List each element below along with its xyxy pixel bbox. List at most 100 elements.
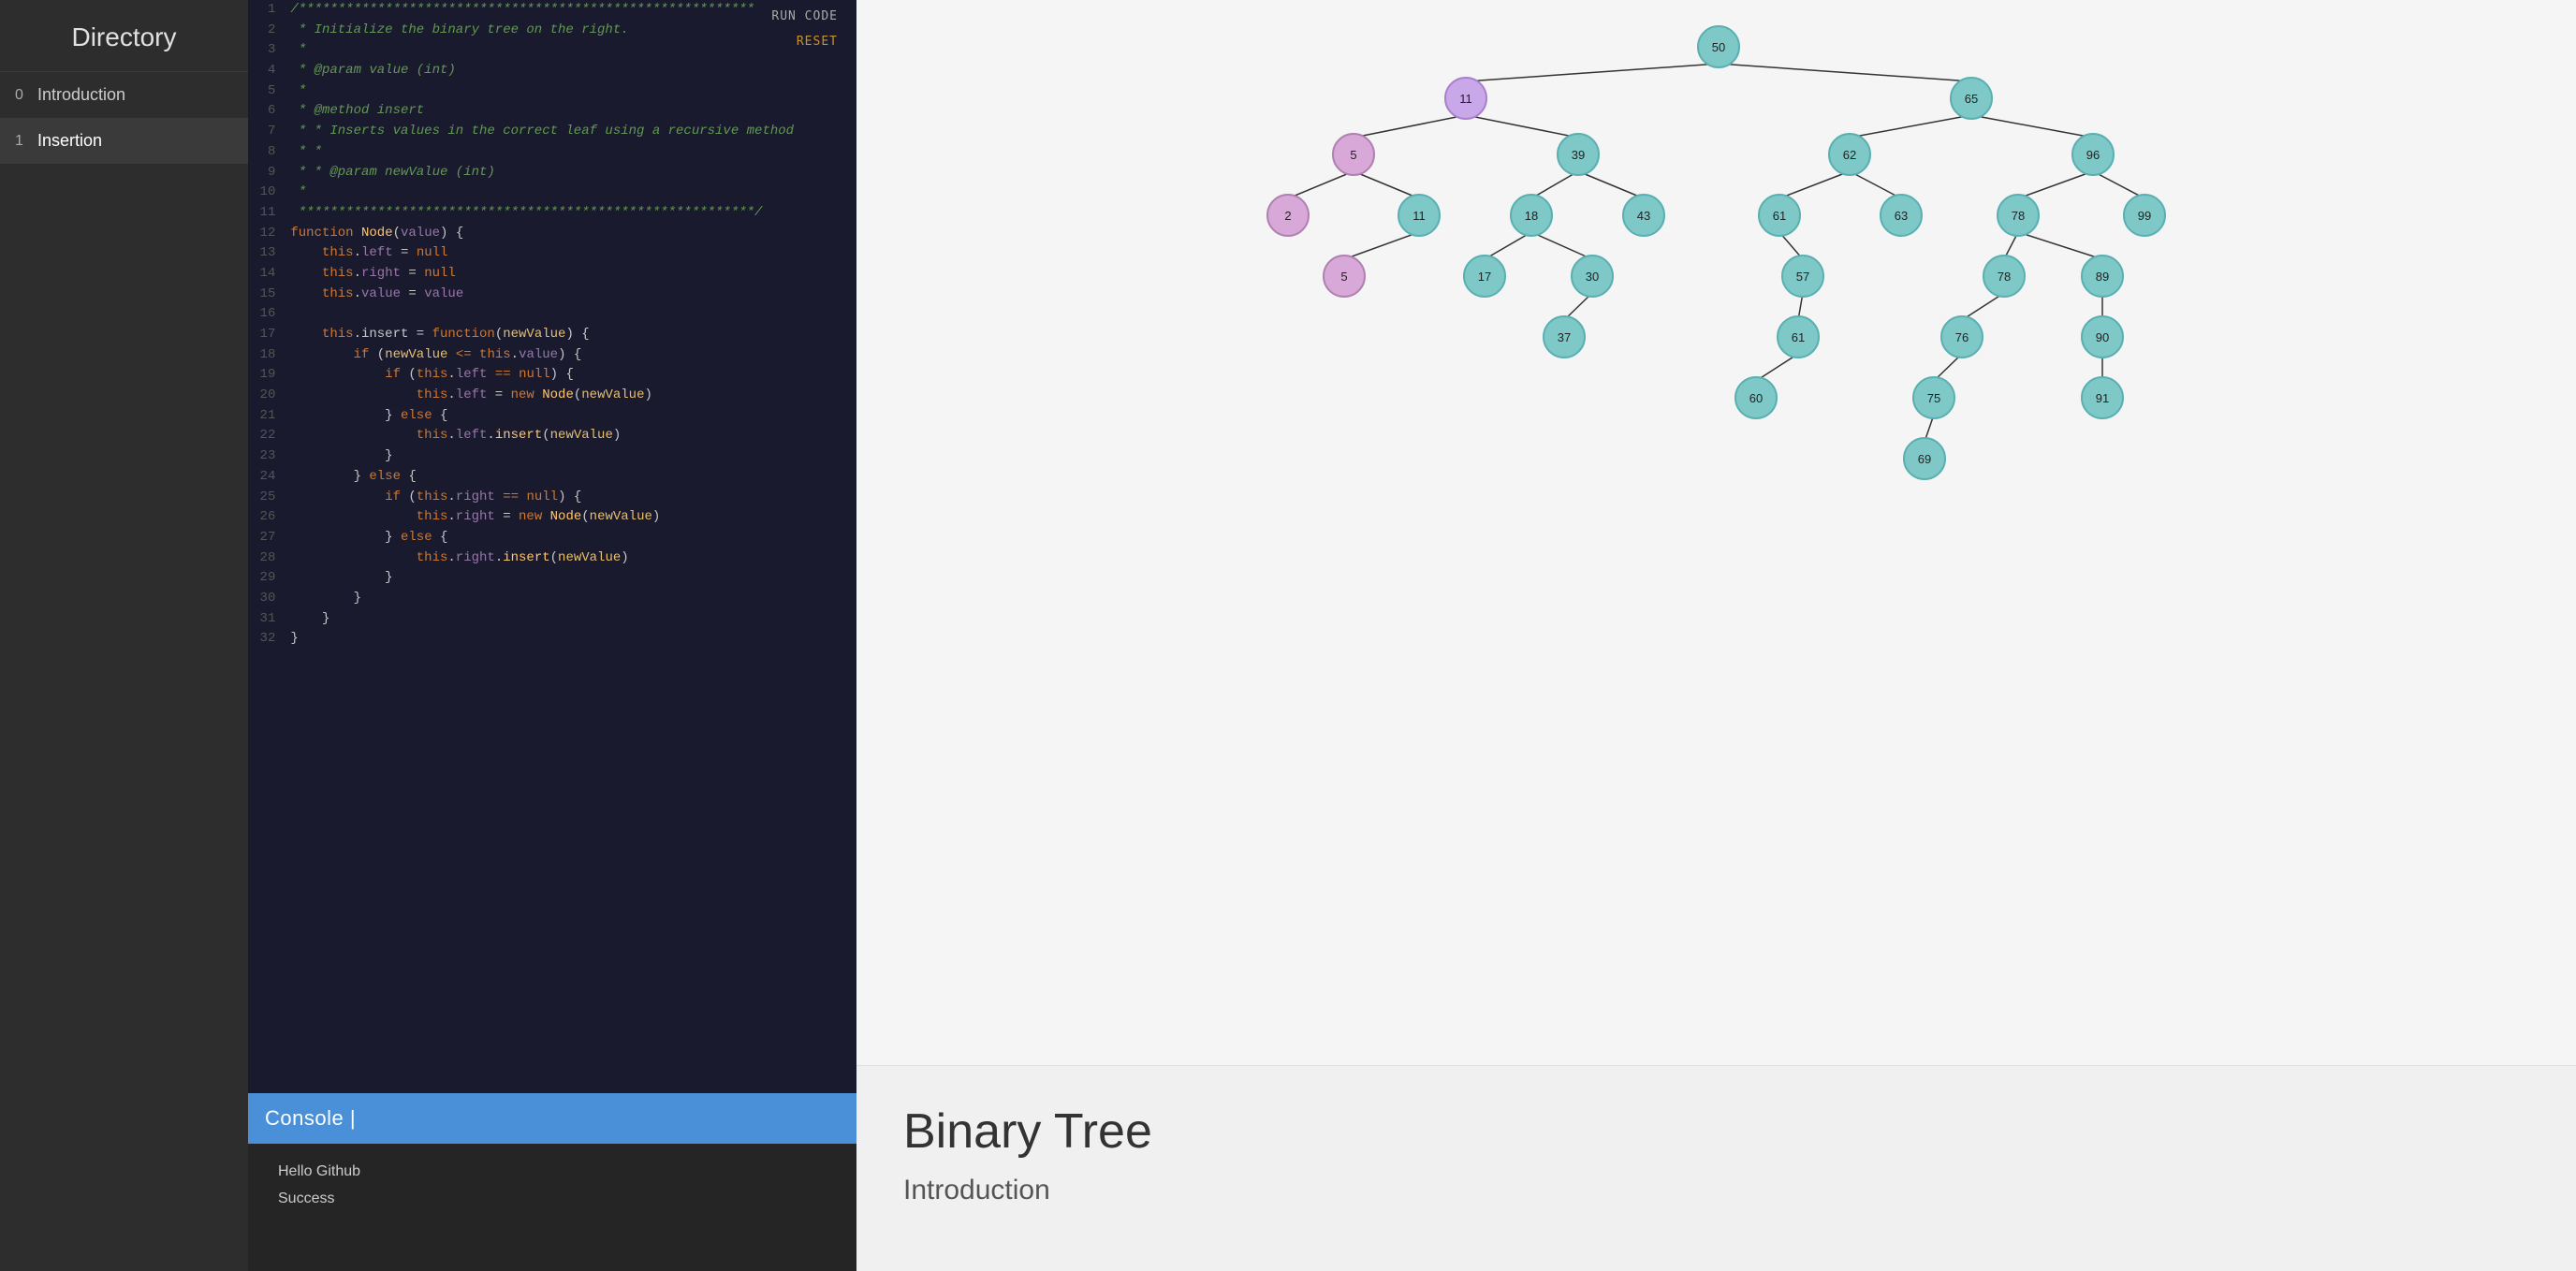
tree-node-label-78b: 78 (1998, 270, 2011, 284)
line-number: 22 (248, 426, 286, 446)
tree-edge (1344, 232, 1419, 259)
line-number: 24 (248, 467, 286, 488)
tree-node-61[interactable]: 61 (1759, 195, 1800, 236)
top-section: RUN CODE RESET 1/***********************… (248, 0, 2576, 1271)
tree-node-96[interactable]: 96 (2072, 134, 2114, 175)
code-panel: RUN CODE RESET 1/***********************… (248, 0, 856, 1093)
line-content: } (286, 629, 856, 650)
nav-index-1: 1 (15, 133, 37, 150)
line-content: } else { (286, 467, 856, 488)
line-content: this.left.insert(newValue) (286, 426, 856, 446)
code-line: 20 this.left = new Node(newValue) (248, 386, 856, 406)
tree-node-91[interactable]: 91 (2082, 377, 2123, 418)
tree-node-76[interactable]: 76 (1941, 316, 1983, 358)
tree-node-75[interactable]: 75 (1913, 377, 1954, 418)
line-number: 11 (248, 203, 286, 224)
line-content: * (286, 183, 856, 203)
line-number: 19 (248, 365, 286, 386)
tree-node-5[interactable]: 5 (1333, 134, 1374, 175)
nav-index-0: 0 (15, 87, 37, 104)
run-code-button[interactable]: RUN CODE (764, 6, 845, 27)
line-number: 1 (248, 0, 286, 21)
tree-edge (1962, 293, 2004, 320)
tree-node-label-63: 63 (1895, 209, 1908, 223)
tree-node-label-78: 78 (2012, 209, 2025, 223)
tree-node-99[interactable]: 99 (2124, 195, 2165, 236)
tree-node-label-89: 89 (2096, 270, 2109, 284)
sidebar-item-insertion[interactable]: 1 Insertion (0, 118, 248, 164)
line-number: 27 (248, 528, 286, 548)
tree-node-39[interactable]: 39 (1558, 134, 1599, 175)
tree-node-11b[interactable]: 11 (1398, 195, 1440, 236)
code-line: 6 * @method insert (248, 101, 856, 122)
console-line: Success (278, 1186, 827, 1213)
tree-node-11[interactable]: 11 (1445, 78, 1486, 119)
tree-node-17[interactable]: 17 (1464, 256, 1505, 297)
code-line: 18 if (newValue <= this.value) { (248, 345, 856, 366)
code-line: 30 } (248, 589, 856, 609)
tree-node-5b[interactable]: 5 (1324, 256, 1365, 297)
tree-node-2[interactable]: 2 (1267, 195, 1309, 236)
line-number: 16 (248, 304, 286, 325)
description-subtitle: Introduction (903, 1175, 2529, 1206)
code-line: 25 if (this.right == null) { (248, 488, 856, 508)
tree-node-57[interactable]: 57 (1782, 256, 1823, 297)
console-line: Hello Github (278, 1159, 827, 1186)
code-line: 24 } else { (248, 467, 856, 488)
tree-node-60[interactable]: 60 (1735, 377, 1777, 418)
tree-node-90[interactable]: 90 (2082, 316, 2123, 358)
line-content: * @param value (int) (286, 61, 856, 81)
line-number: 10 (248, 183, 286, 203)
tree-node-label-60: 60 (1749, 391, 1763, 405)
tree-node-89[interactable]: 89 (2082, 256, 2123, 297)
tree-node-65[interactable]: 65 (1951, 78, 1992, 119)
tree-node-label-69: 69 (1918, 452, 1931, 466)
line-content: this.left = null (286, 243, 856, 264)
code-line: 7 * * Inserts values in the correct leaf… (248, 122, 856, 142)
line-content: this.right = null (286, 264, 856, 285)
line-number: 15 (248, 285, 286, 305)
code-area[interactable]: RUN CODE RESET 1/***********************… (248, 0, 856, 1093)
line-content (286, 304, 856, 325)
tree-edge (1850, 115, 1971, 138)
line-number: 28 (248, 548, 286, 569)
tree-node-69[interactable]: 69 (1904, 438, 1945, 479)
line-number: 20 (248, 386, 286, 406)
tree-node-62[interactable]: 62 (1829, 134, 1870, 175)
tree-node-78b[interactable]: 78 (1983, 256, 2025, 297)
sidebar-item-introduction[interactable]: 0 Introduction (0, 72, 248, 118)
tree-node-label-5b: 5 (1340, 270, 1347, 284)
main: RUN CODE RESET 1/***********************… (248, 0, 2576, 1271)
tree-node-18[interactable]: 18 (1511, 195, 1552, 236)
line-content: function Node(value) { (286, 224, 856, 244)
tree-edge (1756, 354, 1798, 381)
tree-node-78[interactable]: 78 (1998, 195, 2039, 236)
tree-edge (1578, 171, 1644, 198)
code-line: 17 this.insert = function(newValue) { (248, 325, 856, 345)
line-number: 31 (248, 609, 286, 630)
line-number: 18 (248, 345, 286, 366)
line-content: if (newValue <= this.value) { (286, 345, 856, 366)
tree-edge (1531, 232, 1592, 259)
tree-edge (1971, 115, 2093, 138)
reset-button[interactable]: RESET (789, 31, 845, 52)
tree-node-37[interactable]: 37 (1544, 316, 1585, 358)
line-number: 14 (248, 264, 286, 285)
description-panel: Binary Tree Introduction (856, 1065, 2576, 1271)
tree-node-label-39: 39 (1572, 148, 1585, 162)
line-number: 21 (248, 406, 286, 427)
console-header: Console | (248, 1093, 856, 1144)
tree-node-30[interactable]: 30 (1572, 256, 1613, 297)
line-content: this.value = value (286, 285, 856, 305)
tree-node-61b[interactable]: 61 (1778, 316, 1819, 358)
tree-edge (1354, 171, 1419, 198)
line-number: 25 (248, 488, 286, 508)
tree-node-63[interactable]: 63 (1881, 195, 1922, 236)
line-number: 2 (248, 21, 286, 41)
tree-node-50[interactable]: 50 (1698, 26, 1739, 67)
tree-node-label-50: 50 (1712, 40, 1725, 54)
line-content: * * (286, 142, 856, 163)
tree-node-43[interactable]: 43 (1623, 195, 1664, 236)
sidebar-title: Directory (0, 0, 248, 72)
line-content: if (this.right == null) { (286, 488, 856, 508)
